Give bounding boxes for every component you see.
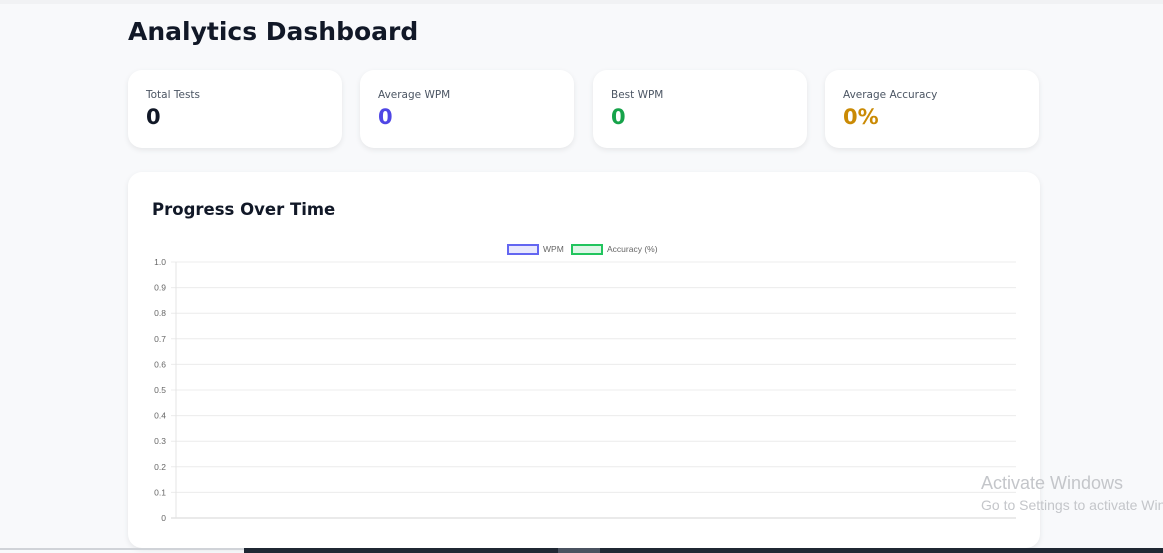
progress-chart: 0 0.1 0.2 0.3 0.4 0.5 0.6 0.7 0.8 0.9 1.0 WPM Accura… [154,244,1016,523]
y-tick-label: 0.9 [154,283,166,293]
stat-value: 0 [146,105,161,129]
stat-card-average-accuracy: Average Accuracy 0% [825,70,1039,148]
stat-card-average-wpm: Average WPM 0 [360,70,574,148]
taskbar-item[interactable] [558,548,600,553]
activate-windows-subtitle: Go to Settings to activate Windows. [981,497,1163,513]
y-tick-label: 0 [161,513,166,523]
y-tick-label: 0.3 [154,436,166,446]
legend-swatch-0 [507,244,539,255]
divider [0,548,244,550]
y-tick-label: 0.7 [154,334,166,344]
y-tick-label: 0.8 [154,308,166,318]
page-title: Analytics Dashboard [128,17,419,46]
y-tick-label: 0.5 [154,385,166,395]
stat-value: 0% [843,105,879,129]
stat-value: 0 [378,105,393,129]
y-tick-label: 0.2 [154,462,166,472]
top-bar [0,0,1163,4]
y-tick-label: 1.0 [154,257,166,267]
activate-windows-title: Activate Windows [981,473,1124,493]
stat-label: Best WPM [611,89,664,101]
progress-panel: Progress Over Time 0 0.1 0.2 0.3 0.4 0.5 0.6 0.… [128,172,1040,548]
taskbar [244,548,1163,553]
stat-label: Total Tests [146,89,201,101]
y-tick-label: 0.1 [154,487,166,497]
legend-label: Accuracy (%) [607,244,658,254]
stat-value: 0 [611,105,626,129]
stat-card-best-wpm: Best WPM 0 [593,70,807,148]
legend-label: WPM [543,244,564,254]
y-tick-label: 0.6 [154,359,166,369]
stat-label: Average WPM [378,89,451,101]
y-tick-label: 0.4 [154,411,166,421]
legend-swatch-1 [571,244,603,255]
stat-card-total-tests: Total Tests 0 [128,70,342,148]
stat-label: Average Accuracy [843,89,938,101]
